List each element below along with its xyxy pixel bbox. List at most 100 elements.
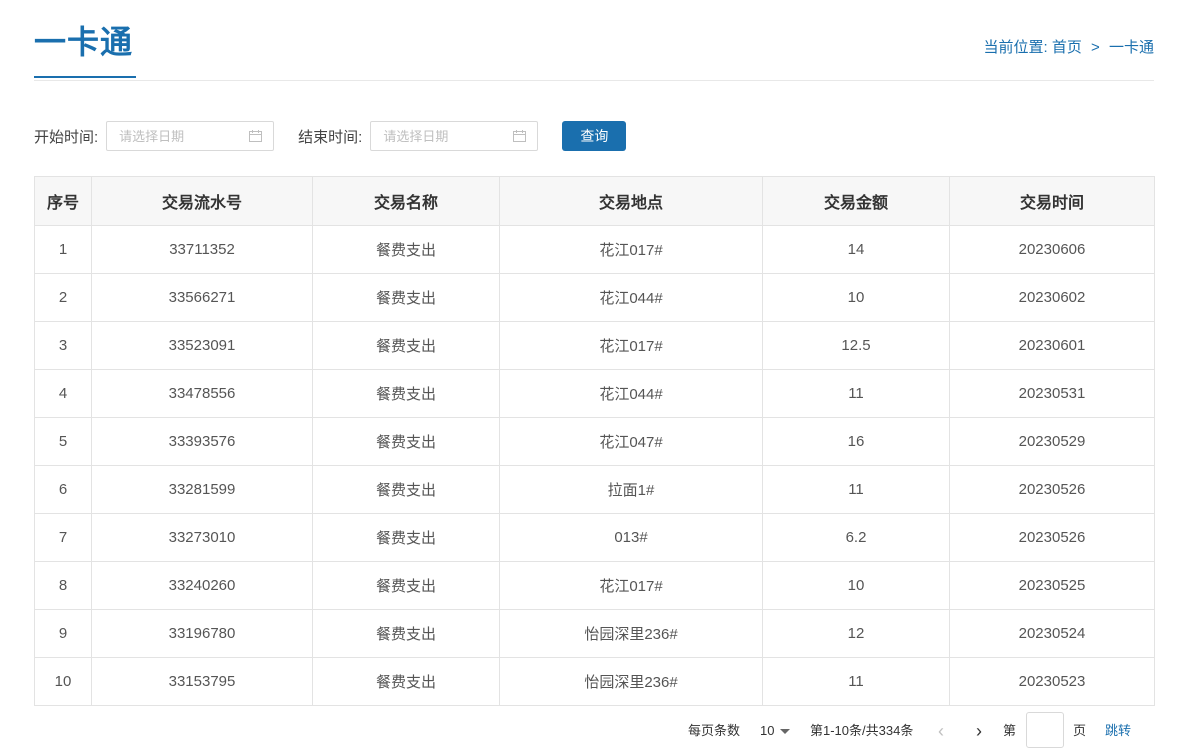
cell-location: 拉面1# (499, 465, 763, 514)
cell-time: 20230523 (949, 657, 1155, 706)
cell-location: 花江017# (499, 321, 763, 370)
table-row: 1 33711352 餐费支出 花江017# 14 20230606 (34, 225, 1155, 274)
cell-amount: 11 (762, 465, 950, 514)
cell-location: 花江047# (499, 417, 763, 466)
cell-location: 怡园深里236# (499, 657, 763, 706)
start-date-picker[interactable] (106, 121, 275, 151)
cell-serial: 33196780 (91, 609, 313, 658)
cell-amount: 12.5 (762, 321, 950, 370)
cell-time: 20230531 (949, 369, 1155, 418)
cell-name: 餐费支出 (312, 321, 500, 370)
cell-time: 20230524 (949, 609, 1155, 658)
breadcrumb-prefix: 当前位置: (983, 39, 1048, 56)
jump-suffix: 页 (1073, 723, 1087, 738)
jump-button[interactable]: 跳转 (1105, 712, 1131, 750)
cell-index: 3 (34, 321, 92, 370)
calendar-icon (249, 130, 263, 142)
cell-serial: 33566271 (91, 273, 313, 322)
table-row: 6 33281599 餐费支出 拉面1# 11 20230526 (34, 465, 1155, 514)
jump-prefix: 第 (1003, 723, 1017, 738)
cell-name: 餐费支出 (312, 609, 500, 658)
page-size-label: 每页条数 (688, 723, 741, 738)
page-jump-input[interactable] (1026, 712, 1064, 748)
cell-time: 20230602 (949, 273, 1155, 322)
cell-name: 餐费支出 (312, 225, 500, 274)
cell-location: 花江017# (499, 561, 763, 610)
column-header-serial: 交易流水号 (91, 176, 313, 226)
breadcrumb: 当前位置: 首页 > 一卡通 (984, 38, 1154, 58)
cell-index: 7 (34, 513, 92, 562)
chevron-right-icon[interactable]: › (976, 712, 982, 750)
cell-amount: 14 (762, 225, 950, 274)
breadcrumb-separator: > (1091, 39, 1100, 56)
cell-time: 20230526 (949, 465, 1155, 514)
cell-serial: 33153795 (91, 657, 313, 706)
breadcrumb-home-link[interactable]: 首页 (1052, 39, 1082, 56)
query-button[interactable]: 查询 (562, 121, 627, 151)
table-header-row: 序号 交易流水号 交易名称 交易地点 交易金额 交易时间 (34, 176, 1155, 226)
transactions-table: 序号 交易流水号 交易名称 交易地点 交易金额 交易时间 1 33711352 … (34, 176, 1155, 706)
breadcrumb-current: 一卡通 (1108, 39, 1154, 56)
cell-amount: 6.2 (762, 513, 950, 562)
cell-location: 花江044# (499, 369, 763, 418)
cell-name: 餐费支出 (312, 513, 500, 562)
column-header-name: 交易名称 (312, 176, 500, 226)
page-size-select[interactable]: 10 (760, 712, 791, 750)
end-date-input[interactable] (371, 122, 514, 150)
cell-index: 4 (34, 369, 92, 418)
cell-serial: 33240260 (91, 561, 313, 610)
cell-location: 花江044# (499, 273, 763, 322)
cell-location: 花江017# (499, 225, 763, 274)
cell-time: 20230526 (949, 513, 1155, 562)
cell-name: 餐费支出 (312, 657, 500, 706)
cell-amount: 10 (762, 273, 950, 322)
cell-name: 餐费支出 (312, 369, 500, 418)
column-header-location: 交易地点 (499, 176, 763, 226)
cell-index: 2 (34, 273, 92, 322)
column-header-time: 交易时间 (949, 176, 1155, 226)
calendar-icon (513, 130, 527, 142)
chevron-left-icon[interactable]: ‹ (938, 712, 944, 750)
page-header: 一卡通 当前位置: 首页 > 一卡通 (34, 0, 1154, 81)
cell-name: 餐费支出 (312, 465, 500, 514)
cell-serial: 33478556 (91, 369, 313, 418)
pagination: 每页条数 10 第1-10条/共334条 ‹ › 第 页 跳转 (0, 712, 1154, 750)
cell-name: 餐费支出 (312, 417, 500, 466)
cell-time: 20230606 (949, 225, 1155, 274)
cell-location: 013# (499, 513, 763, 562)
caret-down-icon (780, 729, 791, 735)
table-row: 9 33196780 餐费支出 怡园深里236# 12 20230524 (34, 609, 1155, 658)
cell-serial: 33281599 (91, 465, 313, 514)
start-time-label: 开始时间: (34, 128, 99, 146)
cell-serial: 33523091 (91, 321, 313, 370)
start-date-input[interactable] (107, 122, 250, 150)
cell-time: 20230525 (949, 561, 1155, 610)
column-header-amount: 交易金额 (762, 176, 950, 226)
cell-amount: 16 (762, 417, 950, 466)
page-title: 一卡通 (34, 24, 134, 60)
cell-name: 餐费支出 (312, 561, 500, 610)
cell-index: 9 (34, 609, 92, 658)
cell-serial: 33711352 (91, 225, 313, 274)
title-underline (34, 76, 136, 78)
cell-amount: 11 (762, 657, 950, 706)
cell-index: 5 (34, 417, 92, 466)
cell-location: 怡园深里236# (499, 609, 763, 658)
cell-amount: 10 (762, 561, 950, 610)
cell-index: 8 (34, 561, 92, 610)
cell-index: 1 (34, 225, 92, 274)
page-range-text: 第1-10条/共334条 (810, 723, 914, 738)
table-row: 8 33240260 餐费支出 花江017# 10 20230525 (34, 561, 1155, 610)
cell-amount: 11 (762, 369, 950, 418)
cell-index: 6 (34, 465, 92, 514)
end-date-picker[interactable] (370, 121, 539, 151)
column-header-index: 序号 (34, 176, 92, 226)
filter-bar: 开始时间: 结束时间: 查询 (34, 120, 627, 152)
table-row: 10 33153795 餐费支出 怡园深里236# 11 20230523 (34, 657, 1155, 706)
table-row: 7 33273010 餐费支出 013# 6.2 20230526 (34, 513, 1155, 562)
cell-time: 20230601 (949, 321, 1155, 370)
cell-time: 20230529 (949, 417, 1155, 466)
table-row: 4 33478556 餐费支出 花江044# 11 20230531 (34, 369, 1155, 418)
table-row: 5 33393576 餐费支出 花江047# 16 20230529 (34, 417, 1155, 466)
cell-name: 餐费支出 (312, 273, 500, 322)
